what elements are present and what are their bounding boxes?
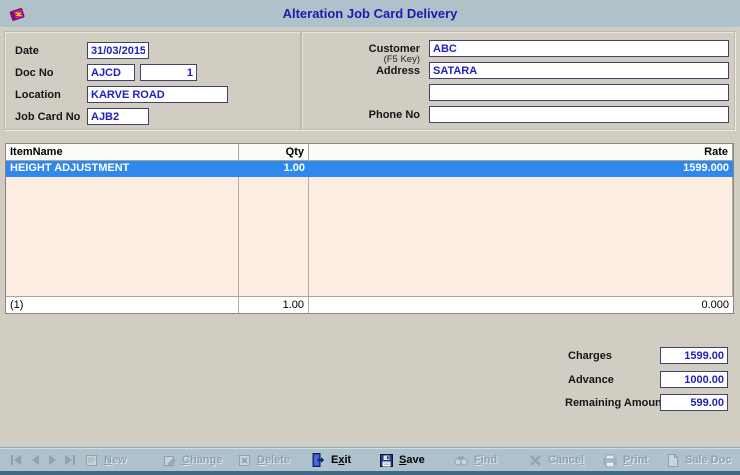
- first-record-icon[interactable]: [8, 453, 24, 467]
- exit-icon: [310, 452, 326, 468]
- advance-label: Advance: [568, 374, 614, 386]
- sale-doc-icon: [665, 453, 680, 468]
- table-empty-area[interactable]: [309, 177, 733, 296]
- delete-icon: [237, 453, 252, 468]
- delete-button[interactable]: Delete: [237, 451, 290, 469]
- items-table: ItemName Qty Rate HEIGHT ADJUSTMENT 1.00…: [5, 143, 734, 314]
- address-label: Address: [328, 65, 420, 77]
- job-card-no-field[interactable]: [87, 108, 149, 125]
- change-icon: [162, 453, 177, 468]
- previous-record-icon[interactable]: [27, 453, 43, 467]
- next-record-icon[interactable]: [45, 453, 61, 467]
- charges-label: Charges: [568, 350, 612, 362]
- doc-prefix-field[interactable]: [87, 64, 135, 81]
- column-header-qty: Qty: [239, 144, 309, 161]
- cancel-icon: [528, 453, 543, 468]
- customer-f5-hint: (F5 Key): [328, 54, 420, 65]
- column-header-rate: Rate: [309, 144, 733, 161]
- location-label: Location: [15, 89, 61, 101]
- table-empty-area[interactable]: [239, 177, 309, 296]
- new-icon: [84, 453, 99, 468]
- doc-no-label: Doc No: [15, 67, 54, 79]
- remaining-amount-field[interactable]: [660, 394, 728, 411]
- new-button[interactable]: New: [84, 451, 127, 469]
- print-button[interactable]: Print: [602, 451, 648, 469]
- address-line2-field[interactable]: [429, 84, 729, 101]
- date-label: Date: [15, 45, 39, 57]
- title-bar: Alteration Job Card Delivery: [0, 0, 740, 28]
- save-icon: [379, 453, 394, 468]
- totals-rate-cell: 0.000: [309, 296, 733, 313]
- window-bottom-edge: [0, 471, 740, 475]
- advance-field[interactable]: [660, 371, 728, 388]
- save-button[interactable]: Save: [379, 451, 425, 469]
- cancel-button[interactable]: Cancel: [528, 451, 584, 469]
- sale-doc-button[interactable]: Sale Doc: [665, 451, 731, 469]
- table-row-item-cell[interactable]: HEIGHT ADJUSTMENT: [6, 161, 239, 177]
- document-info-group: Date Doc No Location Job Card No: [4, 31, 301, 130]
- change-button[interactable]: Change: [162, 451, 222, 469]
- table-row-rate-cell[interactable]: 1599.000: [309, 161, 733, 177]
- date-field[interactable]: [87, 42, 149, 59]
- customer-info-group: Customer (F5 Key) Address Phone No: [301, 31, 735, 130]
- last-record-icon[interactable]: [62, 453, 78, 467]
- doc-number-field[interactable]: [140, 64, 197, 81]
- totals-qty-cell: 1.00: [239, 296, 309, 313]
- column-header-itemname: ItemName: [6, 144, 239, 161]
- phone-no-label: Phone No: [328, 109, 420, 121]
- customer-field[interactable]: [429, 40, 729, 57]
- location-field[interactable]: [87, 86, 228, 103]
- table-row-qty-cell[interactable]: 1.00: [239, 161, 309, 177]
- find-button[interactable]: Find: [453, 451, 497, 469]
- address-field[interactable]: [429, 62, 729, 79]
- page-title: Alteration Job Card Delivery: [0, 6, 740, 21]
- job-card-no-label: Job Card No: [15, 111, 80, 123]
- bottom-toolbar: New Change Delete Exit Save Find: [0, 447, 740, 471]
- phone-field[interactable]: [429, 106, 729, 123]
- exit-button[interactable]: Exit: [310, 451, 351, 469]
- remaining-amount-label: Remaining Amount: [565, 397, 665, 409]
- charges-field[interactable]: [660, 347, 728, 364]
- totals-count-cell: (1): [6, 296, 239, 313]
- table-empty-area[interactable]: [6, 177, 239, 296]
- find-icon: [453, 453, 469, 468]
- print-icon: [602, 453, 618, 468]
